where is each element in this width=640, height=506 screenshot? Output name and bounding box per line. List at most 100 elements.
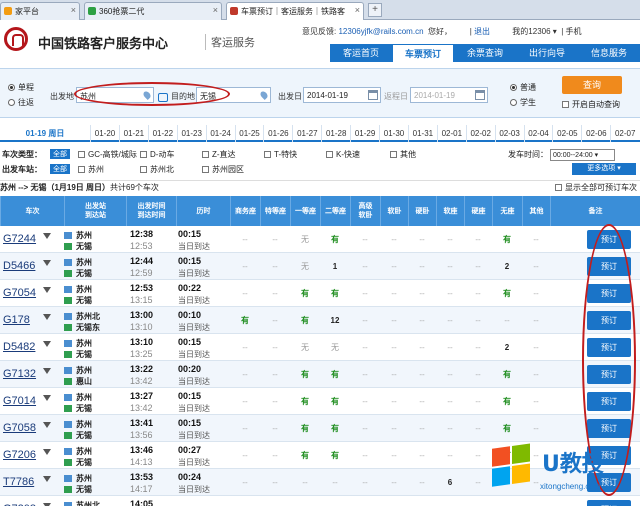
date-tab[interactable]: 01-26 [263, 125, 292, 142]
date-tab[interactable]: 01-20 [90, 125, 119, 142]
nav-remaining-tickets[interactable]: 余票查询 [454, 44, 516, 62]
date-tab[interactable]: 02-07 [610, 125, 639, 142]
type-k-checkbox[interactable]: K-快速 [326, 149, 360, 160]
train-number-link[interactable]: G178 [3, 314, 30, 326]
type-gc-checkbox[interactable]: GC-高铁/城际 [78, 149, 137, 160]
column-header-first: 一等座 [290, 196, 320, 226]
to-station: 惠山 [64, 376, 92, 387]
arrive-station-icon [64, 297, 72, 304]
more-options-button[interactable]: 更多选项 ▾ [572, 163, 636, 175]
arrival-day: 当日到达 [178, 431, 210, 440]
chevron-down-icon[interactable] [43, 287, 51, 296]
seat-availability: 有 [331, 424, 339, 433]
browser-tab-3[interactable]: 车票预订｜客运服务｜铁路客 × [226, 2, 364, 20]
tab-label: 家平台 [15, 7, 39, 16]
calendar-icon[interactable] [368, 90, 378, 100]
calendar-icon[interactable] [475, 90, 485, 100]
nav-travel-guide[interactable]: 出行向导 [516, 44, 578, 62]
close-icon[interactable]: × [71, 5, 76, 15]
to-station: 无锡 [64, 484, 92, 495]
chevron-down-icon[interactable] [43, 260, 51, 269]
date-tab[interactable]: 01-21 [118, 125, 148, 142]
date-tab[interactable]: 01-22 [147, 125, 177, 142]
chevron-down-icon[interactable] [43, 368, 51, 377]
from-station: 苏州 [64, 284, 92, 295]
close-icon[interactable]: × [213, 5, 218, 15]
station-yuanqu-checkbox[interactable]: 苏州园区 [202, 164, 244, 175]
date-tab[interactable]: 02-02 [465, 125, 495, 142]
depart-time-select[interactable]: 00:00--24:00 ▾ [550, 149, 615, 161]
train-number-link[interactable]: T7786 [3, 476, 34, 488]
nav-booking[interactable]: 车票预订 [392, 44, 454, 62]
browser-tab-1[interactable]: 家平台 × [0, 2, 80, 20]
mobile-link[interactable]: 手机 [566, 27, 582, 36]
round-trip-radio[interactable]: 往返 [8, 97, 34, 108]
train-number-link[interactable]: D5466 [3, 260, 35, 272]
seat-availability: -- [242, 289, 248, 298]
date-tab[interactable]: 02-01 [436, 125, 466, 142]
type-t-checkbox[interactable]: T-特快 [264, 149, 297, 160]
show-all-checkbox[interactable]: 显示全部可预订车次 [555, 181, 637, 195]
seat-availability: 有 [241, 316, 249, 325]
query-button[interactable]: 查询 [562, 76, 622, 94]
one-way-radio[interactable]: 单程 [8, 82, 34, 93]
station-all-button[interactable]: 全部 [50, 164, 73, 174]
date-tab[interactable]: 01-25 [234, 125, 264, 142]
browser-tab-2[interactable]: 360抢票二代 × [84, 2, 222, 20]
train-number-link[interactable]: G7058 [3, 422, 36, 434]
date-tab[interactable]: 02-05 [552, 125, 581, 142]
chevron-down-icon[interactable] [43, 422, 51, 431]
date-tab[interactable]: 01-27 [292, 125, 321, 142]
column-header-times[interactable]: 出发时间 到达时间 [126, 196, 176, 226]
seat-availability: -- [272, 289, 278, 298]
depart-time: 13:27 [130, 391, 154, 401]
column-header-train[interactable]: 车次 [0, 196, 64, 226]
seat-availability: 无 [301, 235, 309, 244]
logout-link[interactable]: 退出 [474, 27, 490, 36]
chevron-down-icon[interactable] [43, 476, 51, 485]
train-number-link[interactable]: G7132 [3, 368, 36, 380]
seat-availability: 12 [330, 316, 340, 325]
train-number-link[interactable]: G7054 [3, 287, 36, 299]
train-number-link[interactable]: G7206 [3, 449, 36, 461]
train-number-link[interactable]: G7244 [3, 233, 36, 245]
train-number-link[interactable]: D5482 [3, 341, 35, 353]
date-tab[interactable]: 01-31 [407, 125, 437, 142]
date-tab-active[interactable]: 01-19 周日 [0, 125, 90, 142]
seat-availability: -- [533, 289, 539, 298]
date-tab[interactable]: 02-04 [523, 125, 553, 142]
date-tab[interactable]: 01-29 [350, 125, 379, 142]
date-tab[interactable]: 01-28 [321, 125, 350, 142]
auto-query-checkbox[interactable]: 开启自动查询 [562, 99, 620, 110]
train-number-link[interactable]: G7014 [3, 395, 36, 407]
seat-availability: 有 [331, 235, 339, 244]
train-count: 共计69个车次 [110, 183, 159, 192]
date-tab[interactable]: 01-30 [379, 125, 408, 142]
date-tab[interactable]: 01-24 [205, 125, 235, 142]
chevron-down-icon[interactable] [43, 449, 51, 458]
date-tab[interactable]: 02-06 [581, 125, 610, 142]
seat-availability: -- [419, 262, 425, 271]
student-ticket-radio[interactable]: 学生 [510, 97, 536, 108]
nav-info-service[interactable]: 信息服务 [578, 44, 640, 62]
nav-home[interactable]: 客运首页 [330, 44, 392, 62]
date-tab[interactable]: 02-03 [494, 125, 524, 142]
station-suzhoubei-checkbox[interactable]: 苏州北 [140, 164, 174, 175]
type-other-checkbox[interactable]: 其他 [390, 149, 416, 160]
adult-ticket-radio[interactable]: 普通 [510, 82, 536, 93]
feedback-email-link[interactable]: 12306yjfk@rails.com.cn [338, 27, 423, 36]
close-icon[interactable]: × [355, 5, 360, 15]
my12306-menu[interactable]: 我的12306 [512, 27, 550, 36]
station-suzhou-checkbox[interactable]: 苏州 [78, 164, 104, 175]
chevron-down-icon[interactable] [43, 314, 51, 323]
chevron-down-icon[interactable] [43, 341, 51, 350]
train-type-all-button[interactable]: 全部 [50, 149, 73, 159]
new-tab-button[interactable]: + [368, 3, 382, 17]
column-header-duration[interactable]: 历时 [176, 196, 230, 226]
date-tab[interactable]: 01-23 [176, 125, 206, 142]
seat-availability: 2 [504, 262, 510, 271]
type-z-checkbox[interactable]: Z-直达 [202, 149, 236, 160]
type-d-checkbox[interactable]: D-动车 [140, 149, 174, 160]
chevron-down-icon[interactable] [43, 233, 51, 242]
chevron-down-icon[interactable] [43, 395, 51, 404]
